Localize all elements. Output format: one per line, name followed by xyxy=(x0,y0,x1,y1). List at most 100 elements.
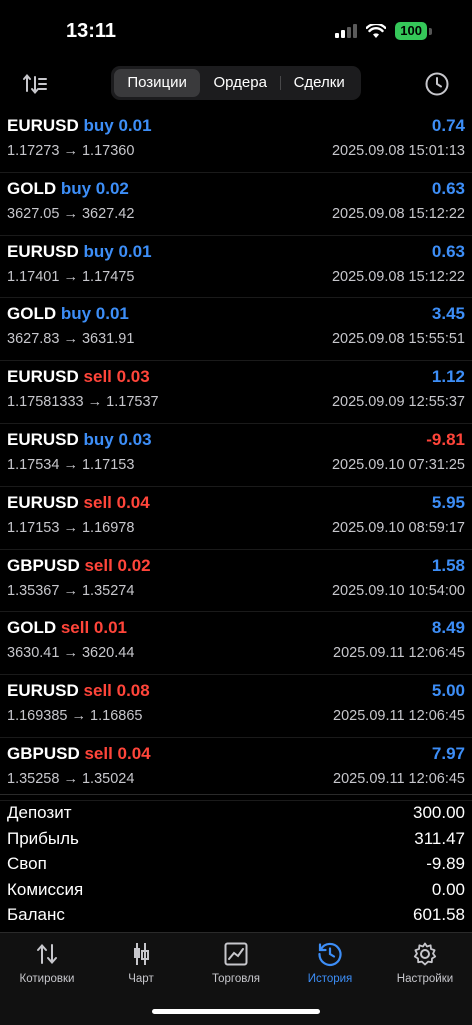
summary-row: Депозит 300.00 xyxy=(0,801,472,827)
deal-row[interactable]: GOLD sell 0.01 8.49 3630.41 → 3620.44 2025.… xyxy=(0,612,472,676)
deal-symbol: GOLD buy 0.02 xyxy=(7,179,129,199)
deal-profit: 3.45 xyxy=(431,304,465,324)
symbol-label: GOLD xyxy=(7,618,57,638)
tab-settings[interactable]: Настройки xyxy=(378,941,472,985)
symbol-label: GBPUSD xyxy=(7,743,80,763)
summary-label: Прибыль xyxy=(7,828,79,848)
symbol-label: EURUSD xyxy=(7,116,79,135)
deal-side: sell 0.04 xyxy=(83,492,150,512)
status-time: 13:11 xyxy=(66,20,117,42)
deal-row[interactable]: GOLD buy 0.02 0.63 3627.05 → 3627.42 2025.0… xyxy=(0,173,472,236)
battery-indicator: 100 xyxy=(395,22,427,40)
tab-trade[interactable]: Торговля xyxy=(189,941,283,985)
tab-label: Котировки xyxy=(19,973,75,985)
battery-tip xyxy=(429,27,432,35)
deal-prices: 1.169385 → 1.16865 xyxy=(7,708,143,725)
deal-side: sell 0.04 xyxy=(84,743,151,763)
tab-chart[interactable]: Чарт xyxy=(94,941,188,985)
tab-label: История xyxy=(307,973,353,985)
deal-side: sell 0.08 xyxy=(83,681,150,701)
summary-row: Прибыль 311.47 xyxy=(0,827,472,853)
summary-value: 0.00 xyxy=(431,879,465,899)
deal-time: 2025.09.08 15:12:22 xyxy=(331,205,465,222)
deal-profit: 1.58 xyxy=(431,555,465,575)
deal-profit: 7.97 xyxy=(431,743,465,763)
deal-prices: 1.35367 → 1.35274 xyxy=(7,582,135,599)
deal-prices: 3630.41 → 3620.44 xyxy=(7,645,135,662)
deal-prices: 1.17534 → 1.17153 xyxy=(7,456,135,473)
deal-symbol: EURUSD buy 0.01 xyxy=(7,242,152,262)
symbol-label: EURUSD xyxy=(7,367,79,387)
deal-symbol: EURUSD sell 0.04 xyxy=(7,493,150,513)
quotes-icon xyxy=(37,943,57,965)
segment-deals[interactable]: Сделки xyxy=(280,69,358,97)
tab-label: Настройки xyxy=(396,973,454,985)
history-icon xyxy=(318,942,342,966)
cellular-signal-icon xyxy=(335,24,358,38)
deal-row[interactable]: GBPUSD sell 0.02 1.58 1.35367 → 1.35274 202… xyxy=(0,550,472,613)
clock-icon[interactable] xyxy=(424,71,450,97)
deal-row[interactable]: EURUSD buy 0.01 0.63 1.17401 → 1.17475 2025… xyxy=(0,236,472,299)
summary-label: Баланс xyxy=(7,905,65,924)
deal-side: buy 0.03 xyxy=(83,429,152,449)
deal-profit: 0.74 xyxy=(431,116,465,135)
deal-time: 2025.09.11 12:06:45 xyxy=(333,708,465,725)
deal-symbol: EURUSD sell 0.03 xyxy=(7,367,150,387)
symbol-label: GOLD xyxy=(7,178,57,198)
summary-value: 601.58 xyxy=(413,905,465,924)
summary-label: Депозит xyxy=(7,803,72,822)
summary-value: 311.47 xyxy=(414,828,465,848)
chart-icon xyxy=(134,943,149,965)
summary-label: Своп xyxy=(7,854,47,873)
deal-profit: 0.63 xyxy=(431,178,465,198)
deal-prices: 1.35258 → 1.35024 xyxy=(7,770,135,787)
deal-list: EURUSD buy 0.01 0.74 1.17273 → 1.17360 2025… xyxy=(0,110,472,801)
deal-prices: 3627.05 → 3627.42 xyxy=(7,205,135,222)
top-bar: Позиции Ордера Сделки xyxy=(0,62,472,106)
deal-symbol: EURUSD buy 0.03 xyxy=(7,430,152,450)
deal-row[interactable]: EURUSD buy 0.03 -9.81 1.17534 → 1.17153 202… xyxy=(0,424,472,487)
deal-time: 2025.09.10 08:59:17 xyxy=(331,519,465,536)
deal-prices: 1.17401 → 1.17475 xyxy=(7,268,135,285)
deal-symbol: GBPUSD sell 0.04 xyxy=(7,744,151,764)
deal-time: 2025.09.08 15:12:22 xyxy=(331,268,465,285)
wifi-icon xyxy=(366,23,387,38)
symbol-label: EURUSD xyxy=(7,241,79,261)
tab-quotes[interactable]: Котировки xyxy=(0,941,94,985)
deal-prices: 1.17153 → 1.16978 xyxy=(7,519,135,536)
segment-control: Позиции Ордера Сделки xyxy=(111,66,361,100)
deal-symbol: GBPUSD sell 0.02 xyxy=(7,556,151,576)
deal-time: 2025.09.10 10:54:00 xyxy=(331,582,465,599)
deal-prices: 1.17581333 → 1.17537 xyxy=(7,394,159,411)
deal-profit: 8.49 xyxy=(431,618,465,638)
deal-symbol: GOLD sell 0.01 xyxy=(7,618,127,638)
segment-positions[interactable]: Позиции xyxy=(114,69,201,97)
deal-profit: -9.81 xyxy=(426,429,465,449)
symbol-label: EURUSD xyxy=(7,429,79,449)
deal-row[interactable]: EURUSD buy 0.01 0.74 1.17273 → 1.17360 2025… xyxy=(0,110,472,173)
tab-history[interactable]: История xyxy=(283,941,377,985)
deal-time: 2025.09.11 12:06:45 xyxy=(333,770,465,787)
summary-row: Комиссия 0.00 xyxy=(0,878,472,904)
deal-row[interactable]: GBPUSD sell 0.04 7.97 1.35258 → 1.35024 202… xyxy=(0,738,472,801)
home-indicator xyxy=(152,1009,320,1014)
segment-orders[interactable]: Ордера xyxy=(200,69,280,97)
summary-value: -9.89 xyxy=(426,854,465,873)
deal-prices: 3627.83 → 3631.91 xyxy=(7,331,135,348)
deal-profit: 0.63 xyxy=(431,241,465,261)
deal-side: sell 0.03 xyxy=(83,367,150,387)
deal-row[interactable]: EURUSD sell 0.08 5.00 1.169385 → 1.16865 20… xyxy=(0,675,472,738)
summary-label: Комиссия xyxy=(7,879,84,899)
deal-time: 2025.09.08 15:01:13 xyxy=(331,143,465,159)
deal-symbol: GOLD buy 0.01 xyxy=(7,304,129,324)
deal-time: 2025.09.10 07:31:25 xyxy=(331,456,465,473)
deal-row[interactable]: EURUSD sell 0.04 5.95 1.17153 → 1.16978 202… xyxy=(0,487,472,550)
deal-row[interactable]: GOLD buy 0.01 3.45 3627.83 → 3631.91 2025.0… xyxy=(0,298,472,362)
deal-profit: 5.95 xyxy=(431,492,465,512)
symbol-label: GBPUSD xyxy=(7,555,80,575)
sort-icon[interactable] xyxy=(22,72,48,96)
status-icons: 100 xyxy=(335,22,432,40)
deal-profit: 5.00 xyxy=(431,681,465,701)
summary-row: Своп -9.89 xyxy=(0,852,472,878)
deal-row[interactable]: EURUSD sell 0.03 1.12 1.17581333 → 1.17537… xyxy=(0,361,472,424)
